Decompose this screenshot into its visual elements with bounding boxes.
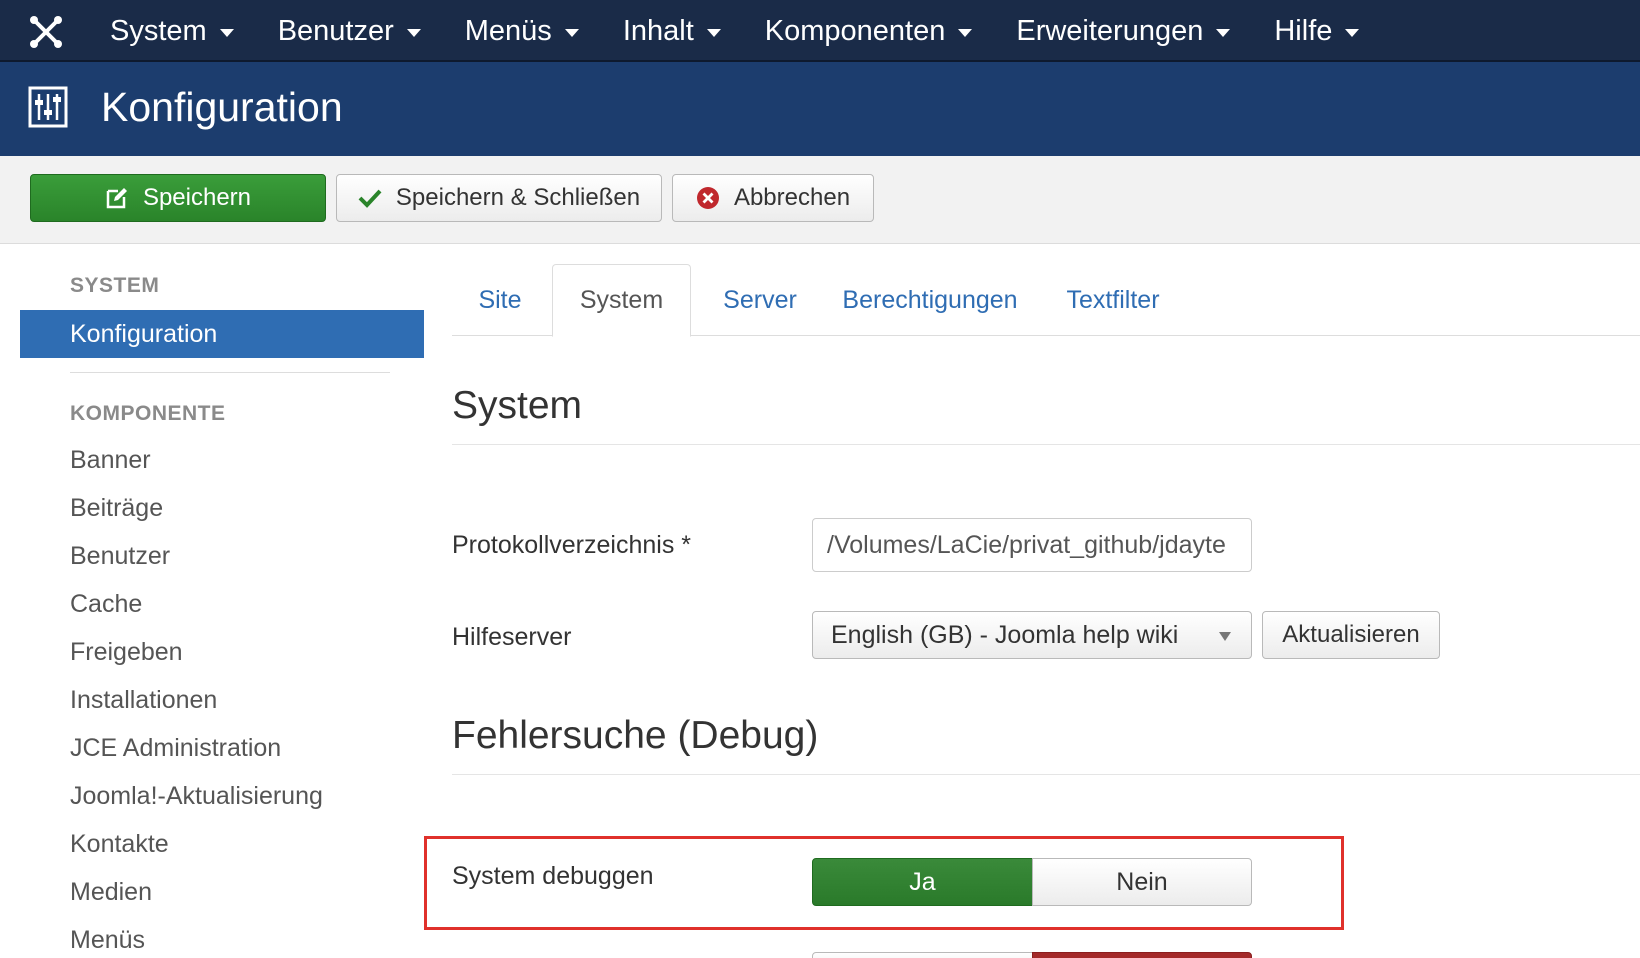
- save-button[interactable]: Speichern: [30, 174, 326, 222]
- sidebar-item-joomla-aktualisierung[interactable]: Joomla!-Aktualisierung: [70, 782, 323, 811]
- section-divider: [452, 774, 1640, 775]
- menu-erweiterungen[interactable]: Erweiterungen: [1016, 14, 1231, 48]
- top-navigation: System Benutzer Menüs Inhalt Komponenten…: [0, 0, 1640, 62]
- menu-label: Menüs: [464, 14, 552, 47]
- menu-menues[interactable]: Menüs: [465, 15, 579, 48]
- sidebar-item-jce-administration[interactable]: JCE Administration: [70, 734, 281, 763]
- menu-label: System: [110, 14, 207, 47]
- help-server-value: English (GB) - Joomla help wiki: [831, 620, 1179, 649]
- tab-textfilter[interactable]: Textfilter: [1038, 264, 1188, 336]
- toolbar: Speichern Speichern & Schließen Abbreche…: [0, 156, 1640, 244]
- help-server-label: Hilfeserver: [452, 623, 572, 651]
- caret-down-icon: [1216, 29, 1231, 37]
- menu-inhalt[interactable]: Inhalt: [623, 15, 721, 48]
- sidebar-item-banner[interactable]: Banner: [70, 446, 151, 475]
- caret-down-icon: [406, 29, 421, 37]
- sidebar-heading-komponente: KOMPONENTE: [70, 402, 226, 425]
- sliders-icon: [28, 86, 68, 128]
- sidebar-heading-system: SYSTEM: [70, 274, 160, 297]
- section-title-debug: Fehlersuche (Debug): [452, 714, 819, 757]
- chevron-down-icon: [1219, 632, 1231, 641]
- next-toggle-right[interactable]: [1032, 952, 1252, 958]
- caret-down-icon: [1345, 29, 1360, 37]
- cancel-circle-icon: [696, 187, 719, 209]
- sidebar-item-installationen[interactable]: Installationen: [70, 686, 217, 715]
- tab-system[interactable]: System: [552, 264, 691, 337]
- sidebar-item-benutzer[interactable]: Benutzer: [70, 542, 170, 571]
- next-toggle-left[interactable]: [812, 952, 1033, 958]
- sidebar-item-freigeben[interactable]: Freigeben: [70, 638, 183, 667]
- save-close-button-label: Speichern & Schließen: [395, 184, 641, 211]
- sidebar-item-konfiguration[interactable]: Konfiguration: [20, 310, 424, 358]
- section-divider: [452, 444, 1640, 445]
- save-button-label: Speichern: [142, 184, 252, 211]
- menu-label: Inhalt: [622, 14, 694, 47]
- sidebar-divider: [70, 372, 390, 373]
- log-directory-input[interactable]: /Volumes/LaCie/privat_github/jdayte: [812, 518, 1252, 572]
- log-directory-label: Protokollverzeichnis *: [452, 531, 691, 559]
- cancel-button[interactable]: Abbrechen: [672, 174, 874, 222]
- joomla-logo-icon[interactable]: [28, 14, 64, 50]
- page-title: Konfiguration: [101, 84, 343, 130]
- debug-no-toggle[interactable]: Nein: [1032, 858, 1252, 906]
- edit-icon: [106, 188, 127, 209]
- caret-down-icon: [958, 29, 973, 37]
- sidebar-item-beitraege[interactable]: Beiträge: [70, 494, 163, 523]
- caret-down-icon: [564, 29, 579, 37]
- help-server-select[interactable]: English (GB) - Joomla help wiki: [812, 611, 1252, 659]
- menu-label: Hilfe: [1274, 14, 1333, 47]
- tab-site[interactable]: Site: [452, 264, 548, 336]
- menu-komponenten[interactable]: Komponenten: [765, 15, 973, 48]
- menu-label: Erweiterungen: [1016, 14, 1204, 47]
- sidebar-item-medien[interactable]: Medien: [70, 878, 152, 907]
- caret-down-icon: [706, 29, 721, 37]
- menu-benutzer[interactable]: Benutzer: [278, 15, 421, 48]
- config-tabs: Site System Server Berechtigungen Textfi…: [452, 264, 1640, 337]
- debug-yes-toggle[interactable]: Ja: [812, 858, 1033, 906]
- tab-berechtigungen[interactable]: Berechtigungen: [830, 264, 1030, 336]
- menu-hilfe[interactable]: Hilfe: [1274, 14, 1360, 48]
- section-title-system: System: [452, 384, 583, 427]
- caret-down-icon: [219, 29, 234, 37]
- tab-server[interactable]: Server: [697, 264, 823, 336]
- menu-system[interactable]: System: [110, 15, 234, 48]
- sidebar-item-kontakte[interactable]: Kontakte: [70, 830, 169, 859]
- menu-label: Benutzer: [277, 14, 394, 47]
- cancel-button-label: Abbrechen: [733, 184, 851, 211]
- debug-system-label: System debuggen: [452, 862, 654, 890]
- checkmark-icon: [358, 189, 382, 208]
- refresh-button[interactable]: Aktualisieren: [1262, 611, 1440, 659]
- main-menu: System Benutzer Menüs Inhalt Komponenten…: [110, 0, 1403, 62]
- sidebar-item-cache[interactable]: Cache: [70, 590, 142, 619]
- sidebar-item-menues[interactable]: Menüs: [70, 926, 145, 955]
- page-header: Konfiguration: [0, 62, 1640, 156]
- menu-label: Komponenten: [764, 14, 946, 47]
- save-close-button[interactable]: Speichern & Schließen: [336, 174, 662, 222]
